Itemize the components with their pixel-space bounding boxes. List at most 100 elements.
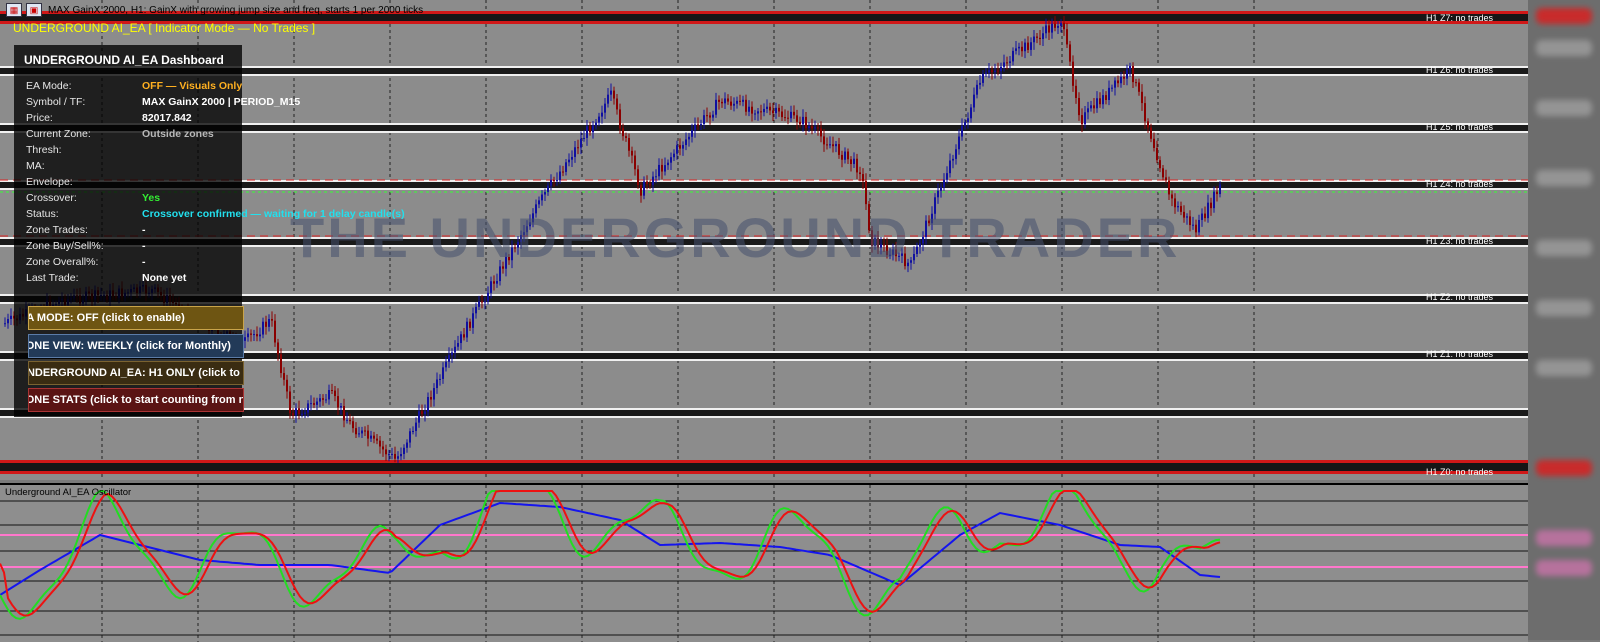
candle-body — [349, 419, 351, 422]
candle-body — [697, 124, 699, 126]
candle-body — [538, 200, 540, 205]
candle-body — [358, 433, 360, 435]
candle-body — [589, 126, 591, 133]
oscillator-title: Underground AI_EA Oscillator — [5, 487, 132, 498]
oscillator-panel[interactable]: Underground AI_EA Oscillator — [0, 483, 1528, 642]
candle-body — [841, 154, 843, 160]
candle-body — [265, 321, 267, 327]
chart-window-icon[interactable]: ▣ — [26, 3, 42, 17]
candle-body — [949, 160, 951, 174]
price-scale-marker — [1536, 170, 1592, 186]
candle-body — [757, 111, 759, 114]
candle-body — [946, 173, 948, 180]
candle-body — [328, 390, 330, 400]
candle-body — [1042, 33, 1044, 40]
candle-body — [862, 174, 864, 182]
candle-body — [961, 125, 963, 137]
price-scale-marker — [1536, 560, 1592, 576]
candle-body — [1171, 194, 1173, 199]
candle-body — [727, 98, 729, 102]
timeframe-cycle-button[interactable]: UNDERGROUND AI_EA: H1 ONLY (click to cyc… — [28, 361, 244, 385]
candle-body — [790, 111, 792, 119]
candle-body — [1138, 82, 1140, 92]
candle-body — [808, 126, 810, 129]
candle-body — [280, 354, 282, 374]
candle-body — [661, 164, 663, 172]
zone-stats-button[interactable]: ZONE STATS (click to start counting from… — [28, 388, 244, 412]
candle-body — [706, 115, 708, 117]
candle-body — [1201, 213, 1203, 220]
price-scale-marker — [1536, 530, 1592, 546]
candle-body — [331, 390, 333, 392]
candle-body — [1108, 87, 1110, 100]
candle-body — [1213, 191, 1215, 209]
candle-body — [451, 352, 453, 356]
candle-body — [1111, 87, 1113, 89]
candle-body — [613, 90, 615, 99]
candle-body — [676, 145, 678, 154]
candle-body — [967, 118, 969, 123]
candle-body — [334, 390, 336, 397]
candle-body — [838, 144, 840, 155]
chart-grid-icon[interactable]: ▦ — [6, 3, 22, 17]
candle-body — [985, 72, 987, 74]
price-chart[interactable]: ▦ ▣ MAX GainX 2000, H1: GainX with growi… — [0, 0, 1528, 480]
candle-body — [478, 301, 480, 307]
candle-body — [1096, 98, 1098, 109]
candle-body — [298, 408, 300, 415]
oscillator-canvas[interactable] — [0, 485, 1528, 642]
candle-body — [496, 281, 498, 284]
candle-body — [730, 101, 732, 106]
candle-body — [286, 379, 288, 392]
indicator-mode-title: UNDERGROUND AI_EA [ Indicator Mode — No … — [13, 21, 316, 35]
dash-label-envelope: Envelope: — [26, 176, 73, 188]
candle-body — [619, 109, 621, 129]
candle-body — [655, 176, 657, 178]
ea-mode-button[interactable]: EA MODE: OFF (click to enable) — [28, 306, 244, 330]
candle-body — [1021, 46, 1023, 52]
candle-body — [1132, 65, 1134, 83]
candle-body — [994, 70, 996, 72]
zone-label-z6: H1 Z6: no trades — [1426, 65, 1494, 75]
candle-body — [409, 431, 411, 443]
candle-body — [631, 150, 633, 156]
candle-body — [1033, 36, 1035, 43]
candle-body — [940, 187, 942, 191]
candle-body — [418, 411, 420, 423]
price-scale-marker — [1536, 40, 1592, 56]
candle-body — [448, 355, 450, 362]
candle-body — [10, 315, 12, 320]
candle-body — [997, 70, 999, 72]
candle-body — [685, 139, 687, 146]
dash-label-zone-buy-sell: Zone Buy/Sell%: — [26, 240, 104, 252]
candle-body — [973, 94, 975, 108]
candle-body — [682, 145, 684, 149]
candle-body — [310, 403, 312, 405]
candle-body — [784, 117, 786, 119]
zone-label-z3: H1 Z3: no trades — [1426, 236, 1494, 246]
candle-body — [295, 408, 297, 416]
dash-label-crossover: Crossover: — [26, 192, 77, 204]
candle-body — [673, 153, 675, 158]
candle-body — [577, 147, 579, 149]
candle-body — [421, 411, 423, 414]
candle-body — [442, 367, 444, 379]
dash-label-zone-trades: Zone Trades: — [26, 224, 88, 236]
dash-label-price: Price: — [26, 112, 53, 124]
candle-body — [1057, 25, 1059, 28]
zone-view-button[interactable]: ZONE VIEW: WEEKLY (click for Monthly) — [28, 334, 244, 358]
candle-body — [373, 435, 375, 439]
candle-body — [292, 413, 294, 416]
candle-body — [979, 82, 981, 85]
candle-body — [964, 122, 966, 126]
candle-body — [1129, 65, 1131, 70]
candle-body — [1141, 91, 1143, 104]
candle-body — [646, 181, 648, 185]
candle-body — [343, 406, 345, 421]
candle-body — [253, 334, 255, 336]
candle-body — [1039, 37, 1041, 40]
candle-body — [937, 190, 939, 198]
candle-body — [289, 391, 291, 414]
candle-body — [307, 403, 309, 413]
candle-body — [271, 318, 273, 321]
